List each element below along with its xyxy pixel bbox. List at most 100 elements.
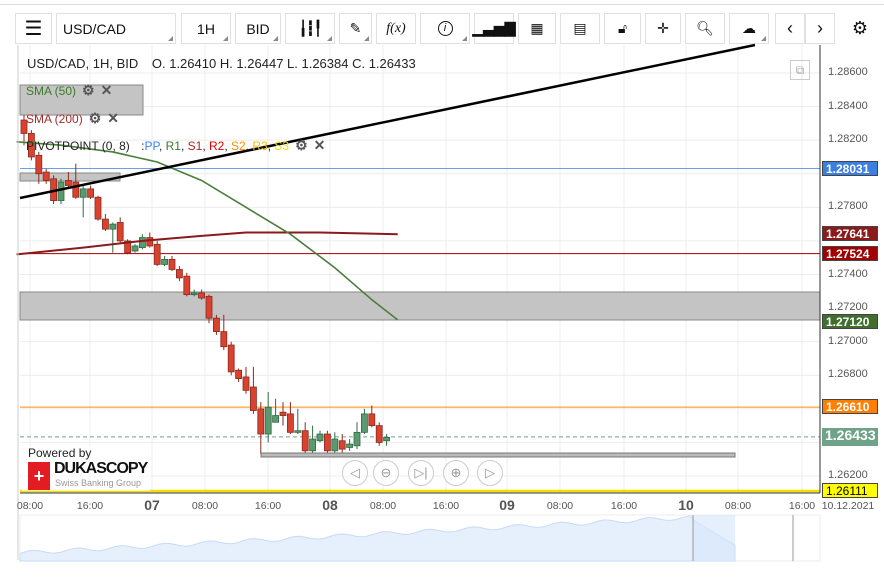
pivot-part-s1: S1: [187, 139, 203, 153]
candle-body: [102, 218, 109, 230]
pivot-label: PIVOTPOINT (0, 8): [26, 139, 130, 153]
price-tick: 1.27400: [828, 267, 868, 280]
time-tick: 07: [144, 497, 160, 513]
candle-body: [79, 188, 87, 198]
close-icon[interactable]: ✕: [101, 82, 113, 98]
candle-body: [42, 171, 50, 181]
navigator-window[interactable]: [693, 515, 735, 561]
candle-body: [264, 406, 272, 435]
zoom-in-button[interactable]: ⊕: [443, 460, 469, 486]
separator: ,: [202, 139, 210, 153]
sma200-label: SMA (200): [26, 112, 83, 126]
scroll-right-button[interactable]: ▷: [477, 460, 503, 486]
scroll-left-button[interactable]: ◁: [342, 460, 368, 486]
price-tick: 1.26200: [828, 469, 868, 481]
candle-body: [183, 275, 191, 296]
candle-body: [323, 433, 331, 452]
candle-body: [72, 181, 80, 198]
candle-body: [146, 237, 154, 247]
candle-body: [131, 245, 139, 252]
navigator: [19, 514, 821, 562]
candle-body: [353, 431, 361, 447]
price-tick: 1.27000: [828, 334, 868, 347]
price-tag: 1.28031: [822, 160, 878, 176]
candle-body: [175, 269, 183, 279]
price-tag: 1.27641: [822, 226, 878, 242]
candle-body: [57, 181, 65, 202]
candle-body: [360, 413, 368, 433]
pivot-part-s3: S3: [274, 139, 290, 153]
candle-body: [212, 317, 220, 332]
candle-body: [272, 415, 280, 423]
close-icon[interactable]: ✕: [314, 137, 326, 153]
brand-sub: Swiss Banking Group: [55, 478, 142, 488]
popout-icon: ⧉: [795, 63, 805, 77]
price-tag: 1.27120: [822, 313, 878, 329]
candle-body: [383, 436, 391, 442]
candle-body: [138, 237, 146, 249]
candle-body: [116, 222, 124, 242]
candle-body: [294, 430, 302, 433]
candle-body: [346, 443, 354, 448]
candle-body: [338, 440, 346, 450]
sma200-line: [16, 231, 398, 256]
detach-button[interactable]: ⧉: [790, 60, 810, 80]
time-tick: 08: [322, 497, 338, 513]
candle-body: [94, 196, 102, 220]
candle-body: [35, 154, 43, 175]
pivot-part-s2: S2: [231, 139, 246, 153]
range-bar[interactable]: [260, 452, 736, 458]
candle-body: [198, 292, 206, 299]
time-tick: 16:00: [76, 500, 104, 512]
powered-by-label: Powered by: [28, 446, 92, 460]
price-chart[interactable]: [0, 0, 884, 587]
time-tick: 16:00: [254, 500, 282, 512]
time-tick: 08:00: [191, 500, 219, 512]
candle-body: [220, 331, 228, 348]
skip-end-icon: ▷|: [414, 465, 428, 480]
gear-icon[interactable]: ⚙: [89, 110, 102, 126]
dukascopy-logo: Powered by + DUKASCOPY Swiss Banking Gro…: [22, 446, 150, 491]
r1-zone: [19, 291, 821, 321]
triangle-left-icon: ◁: [350, 465, 360, 480]
pivot-legend[interactable]: PIVOTPOINT (0, 8) :PP, R1, S1, R2, S2, R…: [26, 137, 325, 154]
price-tick: 1.26800: [828, 368, 868, 381]
price-tick: 1.28600: [828, 66, 868, 78]
sma50-label: SMA (50): [26, 84, 77, 98]
time-tick: 08:00: [724, 500, 752, 512]
triangle-right-icon: ▷: [485, 465, 495, 480]
ohlc-readout: O. 1.26410 H. 1.26447 L. 1.26384 C. 1.26…: [151, 56, 416, 71]
gear-icon[interactable]: ⚙: [82, 82, 95, 98]
candle-body: [190, 292, 198, 296]
pivot-part-pp: PP: [144, 139, 159, 153]
candle-body: [168, 258, 176, 270]
candle-body: [205, 295, 213, 319]
candle-body: [235, 369, 243, 380]
candle-body: [301, 430, 309, 452]
candle-body: [227, 344, 235, 373]
candle-body: [109, 223, 117, 230]
zoom-out-button[interactable]: ⊖: [373, 460, 399, 486]
pivot-part-r1: R1: [165, 139, 181, 153]
close-icon[interactable]: ✕: [107, 110, 119, 126]
candle-body: [368, 413, 376, 427]
price-tag: 1.26433: [822, 427, 878, 446]
time-tick: 10: [678, 497, 694, 513]
candle-body: [286, 413, 294, 433]
candle-body: [316, 433, 324, 442]
candle-body: [153, 243, 161, 265]
candle-body: [87, 188, 94, 198]
candle-body: [279, 411, 287, 416]
candle-body: [331, 438, 339, 452]
price-tick: 1.28400: [828, 99, 868, 112]
price-tag: 1.26111: [822, 482, 878, 498]
candle-body: [242, 376, 250, 391]
sma50-legend[interactable]: SMA (50) ⚙ ✕: [26, 82, 112, 99]
pivot-part-r3: R3: [252, 139, 268, 153]
zoom-out-icon: ⊖: [380, 465, 392, 480]
go-latest-button[interactable]: ▷|: [408, 460, 434, 486]
time-tick: 16:00: [788, 500, 816, 512]
candle-body: [375, 425, 383, 443]
sma200-legend[interactable]: SMA (200) ⚙ ✕: [26, 110, 119, 127]
gear-icon[interactable]: ⚙: [295, 137, 308, 153]
